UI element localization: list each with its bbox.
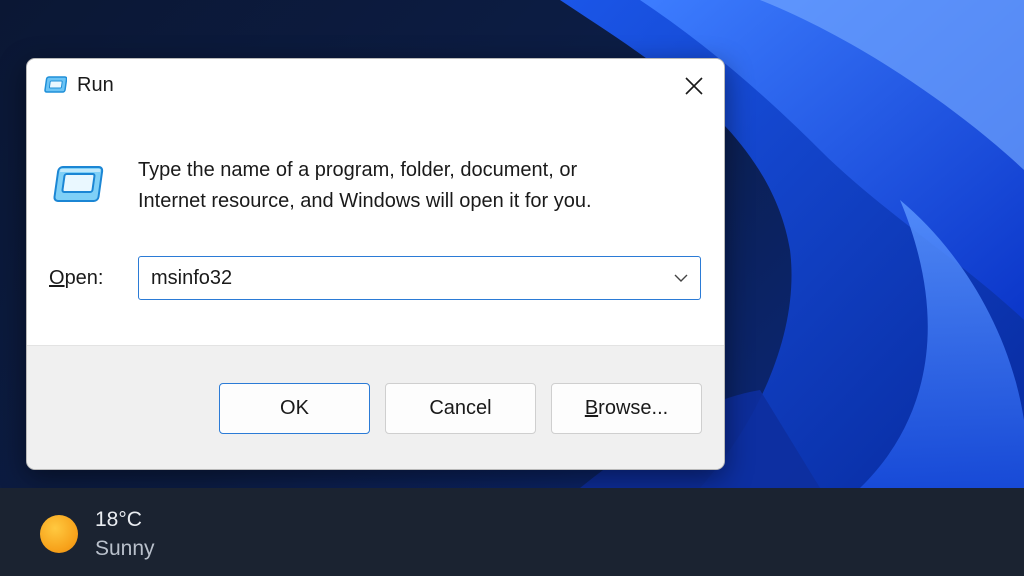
dialog-footer: OK Cancel Browse... [27,345,724,469]
run-dialog: Run Type the name of a program, folder, … [26,58,725,470]
ok-button[interactable]: OK [219,383,370,434]
close-icon [685,77,703,95]
browse-button[interactable]: Browse... [551,383,702,434]
dialog-description: Type the name of a program, folder, docu… [138,155,698,217]
open-combobox[interactable]: msinfo32 [138,256,701,300]
sun-icon[interactable] [40,515,78,553]
description-line-2: Internet resource, and Windows will open… [138,190,592,212]
chevron-down-icon [674,274,688,282]
cancel-button[interactable]: Cancel [385,383,536,434]
weather-condition[interactable]: Sunny [95,537,155,561]
close-button[interactable] [674,67,714,105]
weather-temperature[interactable]: 18°C [95,508,142,532]
browse-label: rowse... [598,397,669,419]
dropdown-button[interactable] [668,265,694,291]
dialog-titlebar[interactable]: Run [27,59,724,113]
description-line-1: Type the name of a program, folder, docu… [138,159,578,181]
open-label: Open: [49,267,104,290]
dialog-title: Run [77,74,114,96]
browse-mnemonic: B [584,397,599,419]
open-label-mnemonic: O [49,267,65,289]
open-label-text: pen: [64,267,104,289]
run-app-icon [43,76,68,94]
dialog-content: Type the name of a program, folder, docu… [27,113,724,345]
open-input[interactable]: msinfo32 [151,267,232,290]
taskbar [0,488,1024,576]
run-program-icon [51,165,105,205]
